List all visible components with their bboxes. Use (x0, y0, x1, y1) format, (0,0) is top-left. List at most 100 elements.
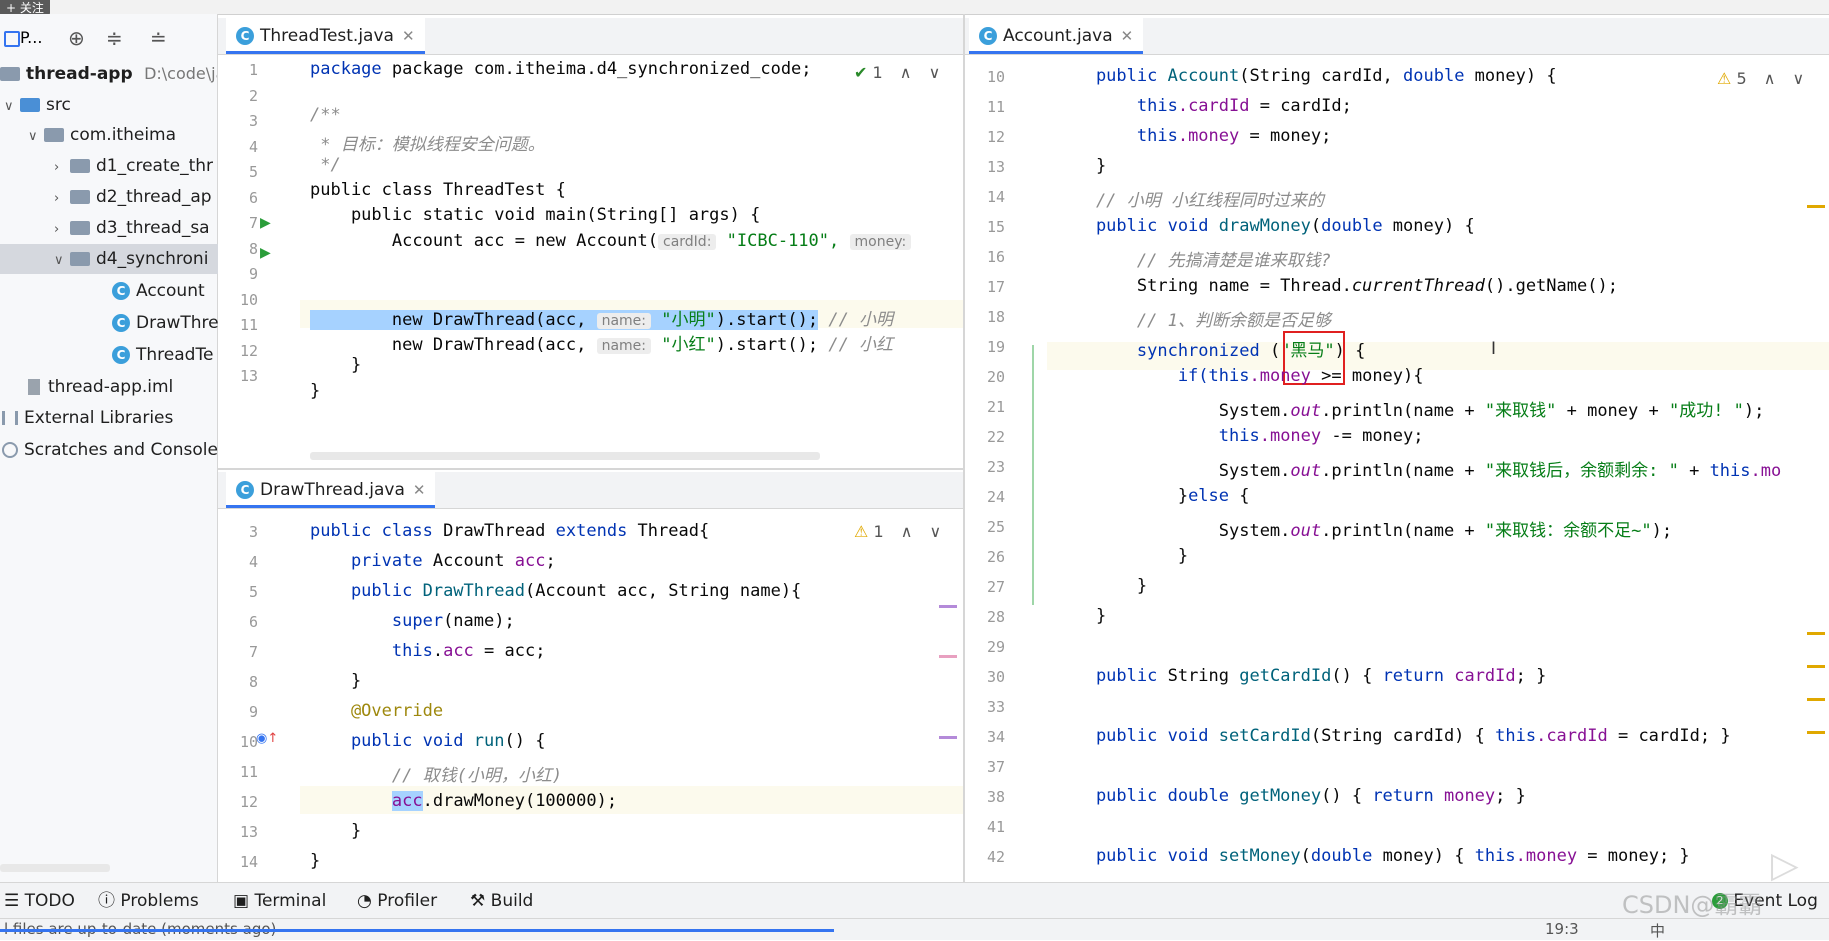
override-gutter-icon[interactable]: ◉↑ (256, 731, 278, 746)
tree-item-src[interactable]: ∨ src (0, 90, 221, 120)
pane3-line-number[interactable]: 30 (965, 668, 1005, 686)
pane3-line-number[interactable]: 16 (965, 248, 1005, 266)
error-stripe-mark[interactable] (939, 655, 957, 658)
collapse-all-icon[interactable]: ≐ (150, 26, 167, 50)
pane3-line-number[interactable]: 12 (965, 128, 1005, 146)
expand-all-icon[interactable]: ≑ (106, 26, 123, 50)
pane3-line-number[interactable]: 17 (965, 278, 1005, 296)
tree-item-scratches[interactable]: Scratches and Consoles (0, 435, 219, 465)
chevron-up-icon[interactable]: ∧ (1764, 69, 1776, 88)
project-horizontal-scrollbar[interactable] (0, 864, 110, 872)
pane3-line-number[interactable]: 21 (965, 398, 1005, 416)
pane3-line-number[interactable]: 25 (965, 518, 1005, 536)
pane1-line-number[interactable]: 4 (218, 138, 258, 156)
pane3-line-number[interactable]: 26 (965, 548, 1005, 566)
pane2-line-number[interactable]: 6 (218, 613, 258, 631)
pane2-line-number[interactable]: 8 (218, 673, 258, 691)
pane2-line-number[interactable]: 9 (218, 703, 258, 721)
chevron-down-icon[interactable]: ∨ (929, 63, 941, 82)
chevron-up-icon[interactable]: ∧ (901, 522, 913, 541)
pane3-editor[interactable]: ⚠ 5 ∧ ∨ 10 11 12 13 14 15 16 17 18 19 20 21 22 23 24 25… (965, 55, 1829, 882)
ime-indicator[interactable]: 中 (1650, 920, 1665, 941)
pane3-line-number[interactable]: 23 (965, 458, 1005, 476)
pane2-line-number[interactable]: 11 (218, 763, 258, 781)
pane3-line-number[interactable]: 19 (965, 338, 1005, 356)
pane1-line-number[interactable]: 8 (218, 240, 258, 258)
warning-stripe-mark[interactable] (1807, 698, 1825, 701)
pane3-line-number[interactable]: 37 (965, 758, 1005, 776)
chevron-down-icon[interactable]: ∨ (4, 92, 20, 120)
pane2-editor[interactable]: ⚠ 1 ∧ ∨ 3 4 5 6 7 8 9 10 11 12 13 14 ◉↑ public clas… (218, 509, 963, 882)
pane3-line-number[interactable]: 27 (965, 578, 1005, 596)
pane3-line-number[interactable]: 18 (965, 308, 1005, 326)
chevron-up-icon[interactable]: ∧ (900, 63, 912, 82)
pane3-line-number[interactable]: 29 (965, 638, 1005, 656)
project-view-title[interactable]: P... (20, 28, 42, 47)
warning-stripe-mark[interactable] (1807, 205, 1825, 208)
pane1-line-number[interactable]: 7 (218, 214, 258, 232)
tree-item-package[interactable]: ∨ com.itheima (0, 120, 245, 150)
pane2-line-number[interactable]: 7 (218, 643, 258, 661)
pane3-line-number[interactable]: 38 (965, 788, 1005, 806)
run-main-icon[interactable]: ▶ (260, 245, 271, 261)
locate-icon[interactable]: ⊕ (68, 26, 85, 50)
build-button[interactable]: ⚒ Build (470, 883, 533, 919)
warning-stripe-mark[interactable] (1807, 665, 1825, 668)
close-icon[interactable]: ✕ (402, 27, 415, 45)
tab-drawthread[interactable]: C DrawThread.java ✕ (226, 472, 436, 508)
chevron-down-icon[interactable]: ∨ (28, 122, 44, 150)
pane3-line-number[interactable]: 11 (965, 98, 1005, 116)
pane1-line-number[interactable]: 9 (218, 265, 258, 283)
vcs-change-marker[interactable] (1032, 345, 1034, 605)
close-icon[interactable]: ✕ (1121, 27, 1134, 45)
pane3-line-number[interactable]: 34 (965, 728, 1005, 746)
pane3-line-number[interactable]: 10 (965, 68, 1005, 86)
pane2-line-number[interactable]: 10 (218, 733, 258, 751)
pane-splitter[interactable] (218, 468, 963, 470)
tab-account[interactable]: C Account.java ✕ (969, 18, 1144, 54)
pane2-line-number[interactable]: 4 (218, 553, 258, 571)
tree-item-external-libraries[interactable]: External Libraries (0, 403, 219, 433)
pane3-line-number[interactable]: 14 (965, 188, 1005, 206)
problems-button[interactable]: ⓘ Problems (98, 883, 199, 919)
pane1-line-number[interactable]: 13 (218, 367, 258, 385)
error-stripe-mark[interactable] (939, 605, 957, 608)
warnings-widget[interactable]: ⚠ 1 ∧ ∨ (854, 522, 941, 541)
project-view-icon[interactable] (4, 31, 20, 47)
pane2-line-number[interactable]: 5 (218, 583, 258, 601)
tab-threadtest[interactable]: C ThreadTest.java ✕ (226, 18, 425, 54)
pane1-line-number[interactable]: 12 (218, 342, 258, 360)
pane1-horizontal-scrollbar[interactable] (310, 452, 820, 460)
pane1-line-number[interactable]: 5 (218, 163, 258, 181)
pane3-line-number[interactable]: 15 (965, 218, 1005, 236)
pane2-line-number[interactable]: 13 (218, 823, 258, 841)
chevron-right-icon[interactable]: › (54, 184, 70, 212)
warnings-widget[interactable]: ⚠ 5 ∧ ∨ (1717, 69, 1804, 88)
todo-button[interactable]: ☰ TODO (4, 883, 75, 919)
pane1-line-number[interactable]: 10 (218, 291, 258, 309)
pane1-line-number[interactable]: 11 (218, 316, 258, 334)
pane1-editor[interactable]: ✔ 1 ∧ ∨ 1 2 3 4 5 6 7 8 9 10 11 12 13 ▶ ▶ package pa… (218, 55, 963, 470)
inspection-ok-widget[interactable]: ✔ 1 ∧ ∨ (854, 63, 940, 82)
pane3-line-number[interactable]: 22 (965, 428, 1005, 446)
chevron-down-icon[interactable]: ∨ (54, 246, 70, 274)
error-stripe-mark[interactable] (939, 736, 957, 739)
pane3-line-number[interactable]: 28 (965, 608, 1005, 626)
warning-stripe-mark[interactable] (1807, 632, 1825, 635)
pane3-line-number[interactable]: 42 (965, 848, 1005, 866)
pane2-line-number[interactable]: 3 (218, 523, 258, 541)
pane2-line-number[interactable]: 14 (218, 853, 258, 871)
pane3-line-number[interactable]: 24 (965, 488, 1005, 506)
warning-stripe-mark[interactable] (1807, 731, 1825, 734)
pane1-line-number[interactable]: 6 (218, 189, 258, 207)
terminal-button[interactable]: ▣ Terminal (233, 883, 326, 919)
tree-root[interactable]: thread-app D:\code\jav (0, 59, 217, 89)
profiler-button[interactable]: ◔ Profiler (357, 883, 437, 919)
pane1-line-number[interactable]: 1 (218, 61, 258, 79)
pane3-line-number[interactable]: 41 (965, 818, 1005, 836)
chevron-down-icon[interactable]: ∨ (1793, 69, 1805, 88)
pane3-line-number[interactable]: 20 (965, 368, 1005, 386)
tree-item-iml[interactable]: thread-app.iml (0, 372, 245, 402)
run-class-icon[interactable]: ▶ (260, 215, 271, 231)
pane3-line-number[interactable]: 13 (965, 158, 1005, 176)
